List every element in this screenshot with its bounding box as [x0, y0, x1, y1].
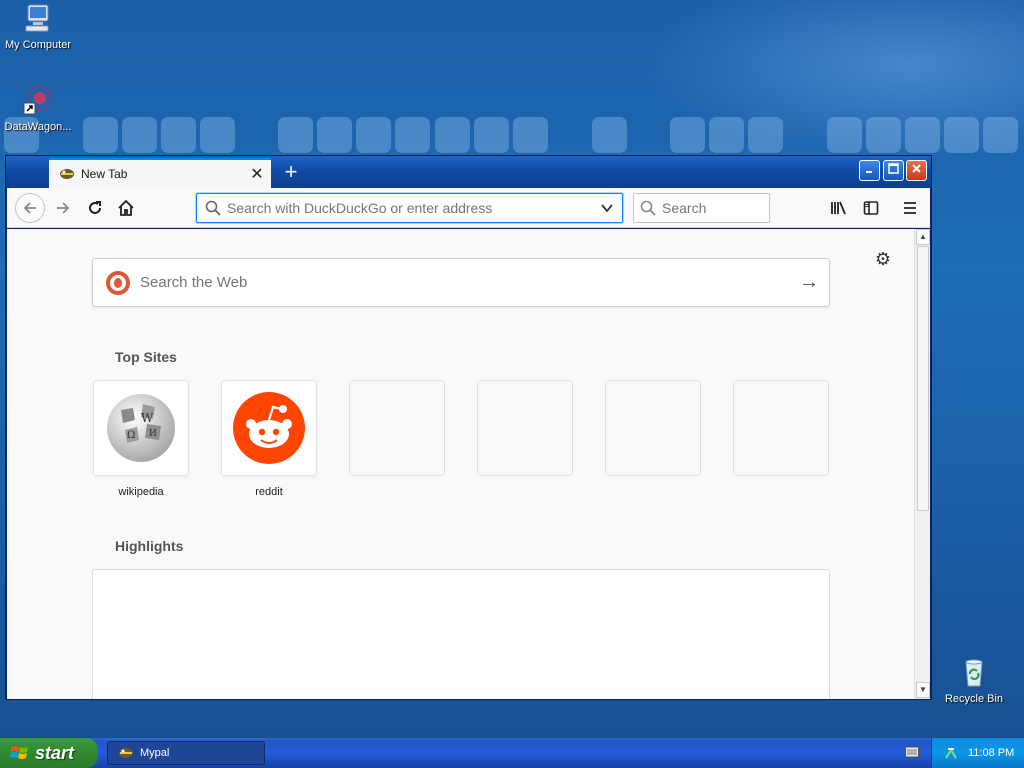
top-site-empty-slot[interactable] — [477, 380, 573, 476]
web-search-input[interactable] — [140, 274, 789, 291]
top-site-tile[interactable]: W Ω И wikipedia — [93, 380, 189, 498]
windows-logo-icon — [10, 746, 28, 759]
top-site-empty-slot[interactable] — [605, 380, 701, 476]
url-bar[interactable] — [196, 193, 623, 223]
top-site-tile[interactable]: reddit — [221, 380, 317, 498]
computer-icon — [25, 4, 49, 32]
sidebar-button[interactable] — [859, 196, 883, 220]
navigation-toolbar — [7, 188, 930, 228]
library-icon — [831, 201, 846, 215]
search-icon — [640, 200, 656, 216]
desktop-icon-label: Recycle Bin — [944, 693, 1004, 705]
taskbar-item-label: Mypal — [140, 747, 170, 759]
top-site-label: wikipedia — [118, 486, 164, 498]
forward-button[interactable] — [49, 194, 77, 222]
top-site-thumbnail[interactable] — [221, 380, 317, 476]
start-button[interactable]: start — [0, 738, 98, 768]
desktop-tiles — [0, 117, 1024, 155]
desktop-icon-datawagon[interactable]: DataWagon... — [0, 84, 76, 133]
top-sites-heading: Top Sites — [115, 349, 177, 365]
maximize-icon — [888, 163, 899, 174]
new-tab-button[interactable]: + — [278, 159, 304, 185]
svg-text:W: W — [141, 411, 154, 425]
recycle-bin-icon — [965, 659, 983, 687]
system-tray: 11:08 PM — [931, 738, 1024, 768]
maximize-button[interactable] — [883, 160, 904, 181]
browser-window: New Tab ✕ + Search with DuckDuckGo or en… — [5, 155, 932, 700]
start-label: start — [35, 742, 75, 763]
chevron-down-icon[interactable] — [600, 201, 614, 215]
top-site-tile[interactable] — [349, 380, 445, 476]
new-tab-page: ⚙ → Top Sites W Ω И wiki — [7, 229, 914, 699]
reload-button[interactable] — [81, 194, 109, 222]
top-site-tile[interactable] — [733, 380, 829, 476]
reddit-alien-icon — [233, 392, 305, 464]
search-icon — [205, 200, 221, 216]
network-icon[interactable] — [943, 745, 959, 761]
vertical-scrollbar[interactable]: ▲ ▼ — [914, 229, 930, 699]
library-button[interactable] — [827, 196, 851, 220]
duckduckgo-icon — [106, 270, 130, 295]
gear-icon[interactable]: ⚙ — [873, 249, 893, 269]
top-site-empty-slot[interactable] — [349, 380, 445, 476]
arrow-right-icon[interactable]: → — [789, 271, 829, 294]
top-site-empty-slot[interactable] — [733, 380, 829, 476]
scrollbar-thumb[interactable] — [917, 246, 929, 511]
scroll-up-arrow-icon[interactable]: ▲ — [916, 229, 930, 245]
url-input[interactable] — [227, 200, 600, 216]
sidebar-icon — [863, 201, 879, 215]
svg-text:Ω: Ω — [127, 430, 135, 441]
desktop-icon-recycle-bin[interactable]: Recycle Bin — [936, 656, 1012, 705]
search-input[interactable] — [662, 200, 762, 216]
tab-new-tab[interactable]: New Tab ✕ — [49, 158, 271, 188]
top-site-thumbnail[interactable]: W Ω И — [93, 380, 189, 476]
close-button[interactable] — [906, 160, 927, 181]
minimize-icon — [865, 171, 872, 173]
tab-title: New Tab — [81, 167, 128, 181]
mypal-icon — [119, 748, 133, 758]
keyboard-icon[interactable] — [905, 746, 919, 758]
taskbar-item-mypal[interactable]: Mypal — [107, 741, 265, 765]
top-site-label: reddit — [255, 486, 283, 498]
clock[interactable]: 11:08 PM — [968, 747, 1014, 759]
reload-icon — [89, 201, 101, 214]
home-button[interactable] — [112, 194, 140, 222]
highlights-panel — [92, 569, 830, 699]
close-icon — [912, 164, 921, 173]
desktop-icon-label: My Computer — [4, 39, 72, 51]
web-search-box[interactable]: → — [92, 258, 830, 307]
menu-button[interactable] — [898, 196, 922, 220]
wikipedia-globe-icon: W Ω И — [107, 394, 175, 462]
plus-icon: + — [284, 159, 298, 184]
taskbar: start Mypal 11:08 PM — [0, 738, 1024, 768]
back-arrow-icon — [23, 202, 36, 214]
minimize-button[interactable] — [859, 160, 880, 181]
title-bar[interactable]: New Tab ✕ + — [6, 156, 931, 188]
top-site-tile[interactable] — [605, 380, 701, 476]
mypal-icon — [60, 169, 74, 179]
back-button[interactable] — [15, 193, 45, 223]
top-site-tile[interactable] — [477, 380, 573, 476]
search-bar[interactable] — [633, 193, 770, 223]
tab-close-icon[interactable]: ✕ — [247, 164, 267, 184]
scroll-down-arrow-icon[interactable]: ▼ — [916, 682, 930, 698]
highlights-heading: Highlights — [115, 538, 184, 554]
home-icon — [118, 199, 134, 216]
hamburger-menu-icon — [904, 202, 916, 214]
svg-text:И: И — [149, 429, 157, 439]
desktop-icon-label: DataWagon... — [4, 121, 72, 133]
forward-arrow-icon — [57, 202, 70, 214]
desktop-icon-my-computer[interactable]: My Computer — [0, 2, 76, 51]
datawagon-icon — [23, 86, 52, 115]
